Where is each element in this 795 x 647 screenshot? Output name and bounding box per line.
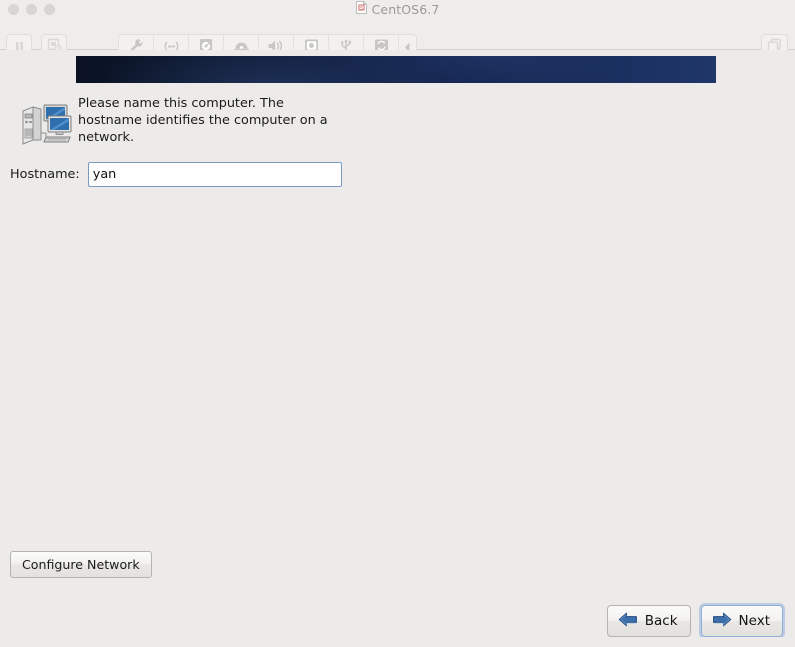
bottom-strip bbox=[0, 637, 795, 647]
back-button-label: Back bbox=[644, 613, 678, 629]
hostname-input[interactable] bbox=[87, 161, 342, 187]
installer-description: Please name this computer. The hostname … bbox=[78, 96, 328, 146]
back-button[interactable]: Back bbox=[606, 605, 691, 637]
hostname-row: Hostname: bbox=[0, 161, 795, 187]
arrow-left-icon bbox=[618, 612, 638, 631]
vm-window: S CentOS6.7 Please name this computer. T… bbox=[0, 0, 795, 647]
next-button[interactable]: Next bbox=[700, 605, 783, 637]
navigation-buttons: Back Next bbox=[606, 605, 783, 637]
vm-toolbar bbox=[0, 16, 795, 61]
window-title-text: CentOS6.7 bbox=[371, 1, 440, 17]
installer-header: Please name this computer. The hostname … bbox=[0, 95, 795, 153]
arrow-right-icon bbox=[712, 612, 732, 631]
installer-banner bbox=[76, 56, 716, 83]
svg-text:S: S bbox=[360, 5, 363, 11]
network-computers-icon bbox=[20, 100, 72, 146]
configure-network-button[interactable]: Configure Network bbox=[10, 551, 152, 578]
next-button-label: Next bbox=[738, 613, 770, 629]
installer-screen: Please name this computer. The hostname … bbox=[0, 50, 795, 647]
vm-chrome: S CentOS6.7 bbox=[0, 0, 795, 61]
document-icon: S bbox=[355, 1, 367, 17]
hostname-label: Hostname: bbox=[10, 166, 80, 182]
